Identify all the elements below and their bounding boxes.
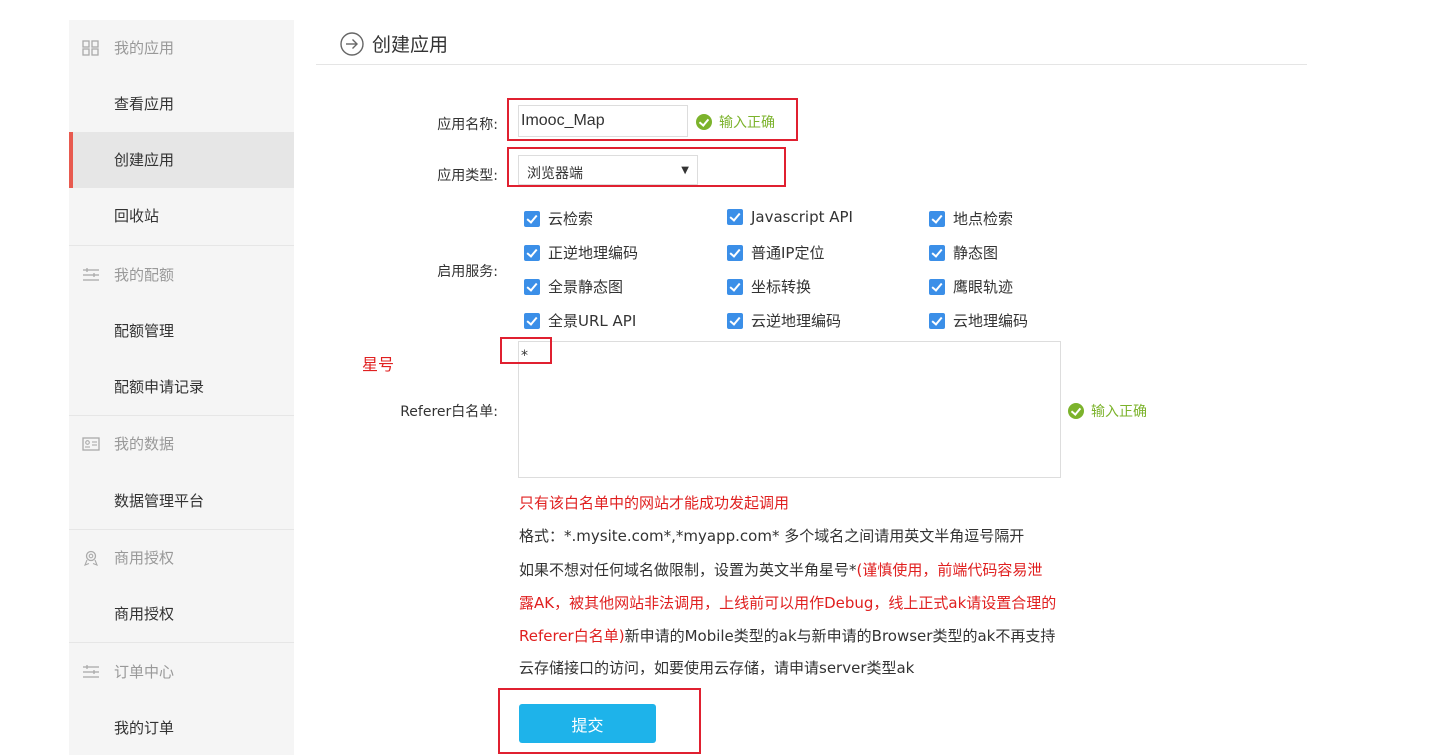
referer-status-text: 输入正确 bbox=[1091, 404, 1147, 420]
sidebar-group-label: 商用授权 bbox=[114, 549, 175, 567]
page-title-text: 创建应用 bbox=[372, 34, 449, 56]
service-checkbox[interactable]: 普通IP定位 bbox=[727, 242, 824, 263]
service-checkbox[interactable]: 地点检索 bbox=[929, 208, 1013, 229]
sidebar-item-label: 配额申请记录 bbox=[114, 378, 205, 396]
sidebar-group-commercial: 商用授权 bbox=[69, 530, 294, 586]
checkbox-checked-icon bbox=[524, 278, 540, 295]
sidebar-group-label: 我的配额 bbox=[114, 266, 175, 284]
service-checkbox[interactable]: 正逆地理编码 bbox=[524, 242, 638, 263]
page-title: 创建应用 bbox=[340, 30, 448, 57]
sidebar-item-quota-requests[interactable]: 配额申请记录 bbox=[69, 359, 294, 415]
checkbox-checked-icon bbox=[524, 210, 540, 227]
id-card-icon bbox=[82, 437, 100, 451]
check-circle-icon bbox=[1068, 403, 1084, 419]
title-divider bbox=[316, 64, 1307, 65]
sidebar-group-label: 订单中心 bbox=[114, 663, 175, 681]
sidebar-group-my-apps: 我的应用 bbox=[69, 20, 294, 76]
referer-note-2: 格式：*.mysite.com*,*myapp.com* 多个域名之间请用英文半… bbox=[519, 527, 1025, 545]
checkbox-checked-icon bbox=[929, 244, 945, 261]
service-label: 坐标转换 bbox=[751, 278, 812, 296]
checkbox-checked-icon bbox=[524, 312, 540, 329]
service-label: 全景静态图 bbox=[548, 278, 624, 296]
referer-note-5-warning: Referer白名单) bbox=[519, 627, 625, 645]
referer-note-5: Referer白名单)新申请的Mobile类型的ak与新申请的Browser类型… bbox=[519, 625, 1055, 646]
checkbox-checked-icon bbox=[929, 210, 945, 227]
checkbox-checked-icon bbox=[929, 312, 945, 329]
checkbox-checked-icon bbox=[727, 244, 743, 261]
referer-note-1: 只有该白名单中的网站才能成功发起调用 bbox=[519, 494, 790, 512]
referer-label: Referer白名单: bbox=[400, 404, 498, 420]
checkbox-checked-icon bbox=[727, 312, 743, 329]
sidebar-item-commercial-license[interactable]: 商用授权 bbox=[69, 586, 294, 642]
sidebar-item-view-apps[interactable]: 查看应用 bbox=[69, 76, 294, 132]
sidebar-group-my-data: 我的数据 bbox=[69, 416, 294, 472]
list-icon bbox=[83, 268, 99, 281]
checkbox-checked-icon bbox=[727, 278, 743, 295]
service-checkbox[interactable]: 全景URL API bbox=[524, 310, 636, 331]
sidebar-item-quota-management[interactable]: 配额管理 bbox=[69, 303, 294, 359]
checkbox-checked-icon bbox=[929, 278, 945, 295]
sidebar-group-orders: 订单中心 bbox=[69, 644, 294, 700]
app-name-label: 应用名称: bbox=[437, 117, 498, 133]
annotation-box-submit bbox=[498, 688, 701, 754]
service-label: 鹰眼轨迹 bbox=[953, 278, 1014, 296]
service-checkbox[interactable]: 全景静态图 bbox=[524, 276, 623, 297]
arrow-right-circle-icon bbox=[340, 31, 364, 56]
service-label: 云逆地理编码 bbox=[751, 312, 842, 330]
sidebar-item-create-app[interactable]: 创建应用 bbox=[69, 132, 294, 188]
sidebar-item-label: 商用授权 bbox=[114, 605, 175, 623]
service-checkbox[interactable]: 坐标转换 bbox=[727, 276, 811, 297]
award-icon bbox=[84, 550, 98, 566]
service-checkbox[interactable]: 静态图 bbox=[929, 242, 998, 263]
service-label: 全景URL API bbox=[548, 312, 637, 330]
sidebar-item-recycle-bin[interactable]: 回收站 bbox=[69, 188, 294, 244]
sidebar-group-label: 我的应用 bbox=[114, 39, 175, 57]
service-checkbox[interactable]: 云地理编码 bbox=[929, 310, 1028, 331]
annotation-asterisk-label: 星号 bbox=[362, 355, 395, 374]
grid-icon bbox=[82, 40, 99, 56]
referer-textarea[interactable]: * bbox=[518, 341, 1061, 478]
sidebar-item-label: 创建应用 bbox=[114, 151, 175, 169]
service-label: Javascript API bbox=[751, 208, 853, 226]
referer-note-6: 云存储接口的访问，如要使用云存储，请申请server类型ak bbox=[519, 659, 915, 677]
service-checkbox[interactable]: Javascript API bbox=[727, 208, 853, 226]
annotation-box-asterisk bbox=[500, 337, 552, 364]
referer-status: 输入正确 bbox=[1068, 401, 1147, 421]
sidebar-group-label: 我的数据 bbox=[114, 435, 175, 453]
service-checkbox[interactable]: 鹰眼轨迹 bbox=[929, 276, 1013, 297]
sidebar-group-quota: 我的配额 bbox=[69, 247, 294, 303]
sidebar-divider bbox=[69, 642, 294, 643]
service-label: 云检索 bbox=[548, 210, 594, 228]
service-label: 正逆地理编码 bbox=[548, 244, 639, 262]
sidebar: 我的应用 查看应用 创建应用 回收站 我的配额 配额管理 配额申请记录 我的数据… bbox=[69, 20, 294, 755]
sidebar-item-label: 回收站 bbox=[114, 207, 160, 225]
sidebar-item-my-orders[interactable]: 我的订单 bbox=[69, 700, 294, 756]
referer-note-3-text: 如果不想对任何域名做限制，设置为英文半角星号* bbox=[519, 561, 857, 579]
service-label: 静态图 bbox=[953, 244, 999, 262]
referer-note-3-warning: (谨慎使用，前端代码容易泄 bbox=[856, 561, 1043, 579]
sidebar-item-data-platform[interactable]: 数据管理平台 bbox=[69, 473, 294, 529]
referer-note-3: 如果不想对任何域名做限制，设置为英文半角星号*(谨慎使用，前端代码容易泄 bbox=[519, 559, 1042, 580]
sidebar-item-label: 我的订单 bbox=[114, 719, 175, 737]
annotation-box-app-type bbox=[507, 147, 786, 187]
service-label: 地点检索 bbox=[953, 210, 1014, 228]
sidebar-item-label: 配额管理 bbox=[114, 322, 175, 340]
sidebar-item-label: 查看应用 bbox=[114, 95, 175, 113]
list-icon bbox=[83, 665, 99, 678]
sidebar-divider bbox=[69, 245, 294, 246]
sidebar-item-label: 数据管理平台 bbox=[114, 492, 205, 510]
checkbox-checked-icon bbox=[727, 209, 743, 225]
service-label: 普通IP定位 bbox=[751, 244, 825, 262]
service-checkbox[interactable]: 云检索 bbox=[524, 208, 593, 229]
service-label: 云地理编码 bbox=[953, 312, 1029, 330]
referer-note-5-text: 新申请的Mobile类型的ak与新申请的Browser类型的ak不再支持 bbox=[624, 627, 1056, 645]
app-type-label: 应用类型: bbox=[437, 168, 498, 184]
annotation-box-app-name bbox=[507, 98, 798, 141]
services-label: 启用服务: bbox=[437, 264, 498, 280]
referer-note-4: 露AK，被其他网站非法调用，上线前可以用作Debug，线上正式ak请设置合理的 bbox=[519, 594, 1057, 612]
service-checkbox[interactable]: 云逆地理编码 bbox=[727, 310, 841, 331]
checkbox-checked-icon bbox=[524, 244, 540, 261]
